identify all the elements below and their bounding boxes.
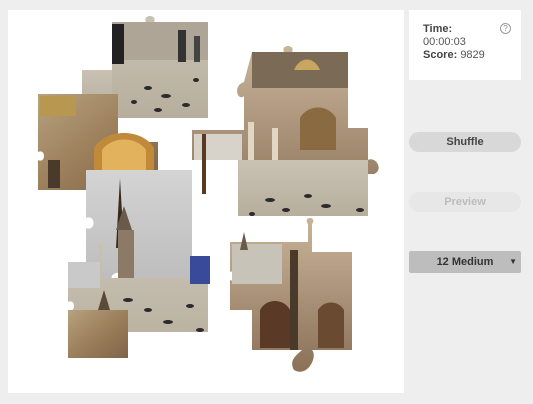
puzzle-piece[interactable]: [192, 46, 379, 216]
status-panel: Time: 00:00:03 Score: 9829 ?: [409, 10, 521, 80]
time-label: Time:: [423, 23, 453, 35]
shuffle-button[interactable]: Shuffle: [409, 132, 521, 152]
chevron-down-icon: ▼: [509, 257, 517, 266]
puzzle-piece[interactable]: [230, 218, 352, 372]
preview-button[interactable]: Preview: [409, 192, 521, 212]
time-value: 00:00:03: [423, 36, 466, 48]
puzzle-pieces-layer: [38, 16, 379, 372]
puzzle-board: [8, 10, 404, 393]
score-label: Score:: [423, 49, 458, 61]
help-icon[interactable]: ?: [500, 23, 511, 34]
difficulty-select[interactable]: 12 Medium ▼: [409, 251, 521, 273]
score-value: 9829: [460, 49, 485, 61]
difficulty-select-value: 12 Medium: [436, 256, 494, 268]
sidebar: Time: 00:00:03 Score: 9829 ? Shuffle Pre…: [407, 10, 525, 393]
